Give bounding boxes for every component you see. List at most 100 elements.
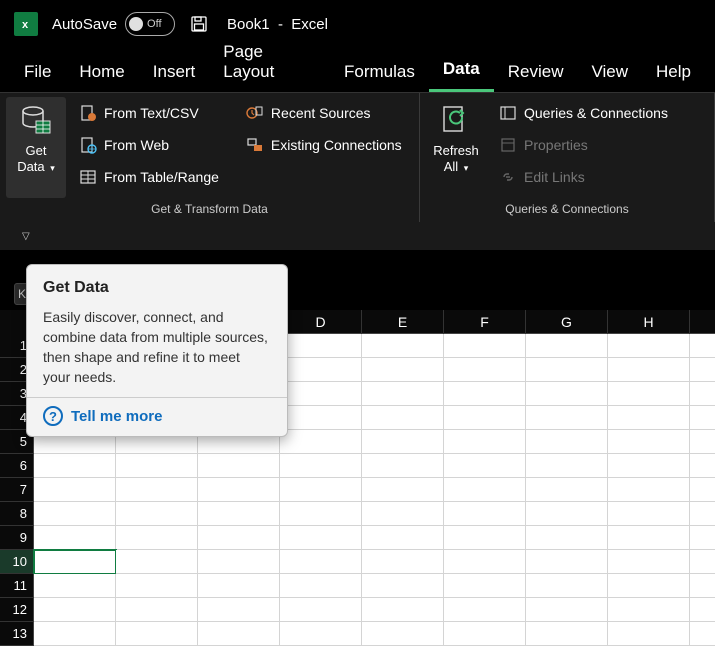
cell[interactable] bbox=[608, 454, 690, 478]
cell[interactable] bbox=[34, 502, 116, 526]
cell[interactable] bbox=[690, 502, 715, 526]
cell[interactable] bbox=[444, 454, 526, 478]
cell[interactable] bbox=[526, 430, 608, 454]
tab-insert[interactable]: Insert bbox=[139, 52, 210, 92]
cell[interactable] bbox=[362, 358, 444, 382]
tab-data[interactable]: Data bbox=[429, 49, 494, 92]
toggle-switch[interactable]: Off bbox=[125, 12, 175, 36]
cell[interactable] bbox=[444, 550, 526, 574]
cell[interactable] bbox=[526, 598, 608, 622]
cell[interactable] bbox=[690, 598, 715, 622]
row-header[interactable]: 8 bbox=[0, 502, 34, 526]
cell[interactable] bbox=[198, 454, 280, 478]
cell[interactable] bbox=[444, 526, 526, 550]
cell[interactable] bbox=[526, 526, 608, 550]
cell[interactable] bbox=[444, 502, 526, 526]
cell[interactable] bbox=[362, 574, 444, 598]
cell[interactable] bbox=[690, 454, 715, 478]
cell[interactable] bbox=[280, 382, 362, 406]
cell[interactable] bbox=[444, 598, 526, 622]
cell[interactable] bbox=[444, 358, 526, 382]
tab-help[interactable]: Help bbox=[642, 52, 705, 92]
cell[interactable] bbox=[34, 550, 116, 574]
cell[interactable] bbox=[444, 334, 526, 358]
cell[interactable] bbox=[280, 478, 362, 502]
cell[interactable] bbox=[608, 430, 690, 454]
row-header[interactable]: 6 bbox=[0, 454, 34, 478]
cell[interactable] bbox=[608, 622, 690, 646]
cell[interactable] bbox=[116, 478, 198, 502]
cell[interactable] bbox=[34, 598, 116, 622]
cell[interactable] bbox=[280, 430, 362, 454]
cell[interactable] bbox=[34, 454, 116, 478]
cell[interactable] bbox=[690, 526, 715, 550]
column-header-f[interactable]: F bbox=[444, 310, 526, 334]
cell[interactable] bbox=[198, 478, 280, 502]
cell[interactable] bbox=[116, 454, 198, 478]
cell[interactable] bbox=[608, 550, 690, 574]
cell[interactable] bbox=[198, 574, 280, 598]
tab-view[interactable]: View bbox=[577, 52, 642, 92]
cell[interactable] bbox=[690, 382, 715, 406]
cell[interactable] bbox=[362, 478, 444, 502]
column-header-e[interactable]: E bbox=[362, 310, 444, 334]
cell[interactable] bbox=[116, 502, 198, 526]
cell[interactable] bbox=[608, 406, 690, 430]
cell[interactable] bbox=[362, 622, 444, 646]
cell[interactable] bbox=[444, 406, 526, 430]
cell[interactable] bbox=[280, 550, 362, 574]
cell[interactable] bbox=[444, 382, 526, 406]
cell[interactable] bbox=[116, 622, 198, 646]
recent-sources-button[interactable]: Recent Sources bbox=[239, 97, 408, 129]
from-text-csv-button[interactable]: From Text/CSV bbox=[72, 97, 225, 129]
cell[interactable] bbox=[444, 622, 526, 646]
row-header[interactable]: 12 bbox=[0, 598, 34, 622]
cell[interactable] bbox=[362, 502, 444, 526]
cell[interactable] bbox=[34, 478, 116, 502]
get-data-button[interactable]: GetData ▾ bbox=[6, 97, 66, 198]
cell[interactable] bbox=[280, 358, 362, 382]
cell[interactable] bbox=[690, 430, 715, 454]
row-header[interactable]: 7 bbox=[0, 478, 34, 502]
cell[interactable] bbox=[116, 550, 198, 574]
cell[interactable] bbox=[198, 622, 280, 646]
cell[interactable] bbox=[280, 622, 362, 646]
cell[interactable] bbox=[444, 574, 526, 598]
cell[interactable] bbox=[690, 550, 715, 574]
cell[interactable] bbox=[608, 382, 690, 406]
cell[interactable] bbox=[526, 334, 608, 358]
cell[interactable] bbox=[116, 526, 198, 550]
cell[interactable] bbox=[526, 478, 608, 502]
row-header[interactable]: 13 bbox=[0, 622, 34, 646]
cell[interactable] bbox=[526, 550, 608, 574]
tab-review[interactable]: Review bbox=[494, 52, 578, 92]
cell[interactable] bbox=[690, 574, 715, 598]
from-web-button[interactable]: From Web bbox=[72, 129, 225, 161]
cell[interactable] bbox=[690, 406, 715, 430]
cell[interactable] bbox=[608, 358, 690, 382]
cell[interactable] bbox=[198, 598, 280, 622]
cell[interactable] bbox=[362, 454, 444, 478]
cell[interactable] bbox=[280, 502, 362, 526]
ribbon-options-icon[interactable]: ▽ bbox=[22, 231, 30, 242]
cell[interactable] bbox=[362, 430, 444, 454]
cell[interactable] bbox=[444, 430, 526, 454]
cell[interactable] bbox=[608, 598, 690, 622]
cell[interactable] bbox=[280, 574, 362, 598]
cell[interactable] bbox=[362, 406, 444, 430]
column-header-h[interactable]: H bbox=[608, 310, 690, 334]
cell[interactable] bbox=[116, 574, 198, 598]
cell[interactable] bbox=[280, 454, 362, 478]
row-header[interactable]: 10 bbox=[0, 550, 34, 574]
cell[interactable] bbox=[608, 574, 690, 598]
tab-home[interactable]: Home bbox=[65, 52, 138, 92]
cell[interactable] bbox=[690, 478, 715, 502]
cell[interactable] bbox=[526, 574, 608, 598]
column-header[interactable] bbox=[690, 310, 715, 334]
cell[interactable] bbox=[690, 622, 715, 646]
cell[interactable] bbox=[362, 598, 444, 622]
cell[interactable] bbox=[608, 526, 690, 550]
cell[interactable] bbox=[362, 382, 444, 406]
cell[interactable] bbox=[690, 334, 715, 358]
row-header[interactable]: 9 bbox=[0, 526, 34, 550]
